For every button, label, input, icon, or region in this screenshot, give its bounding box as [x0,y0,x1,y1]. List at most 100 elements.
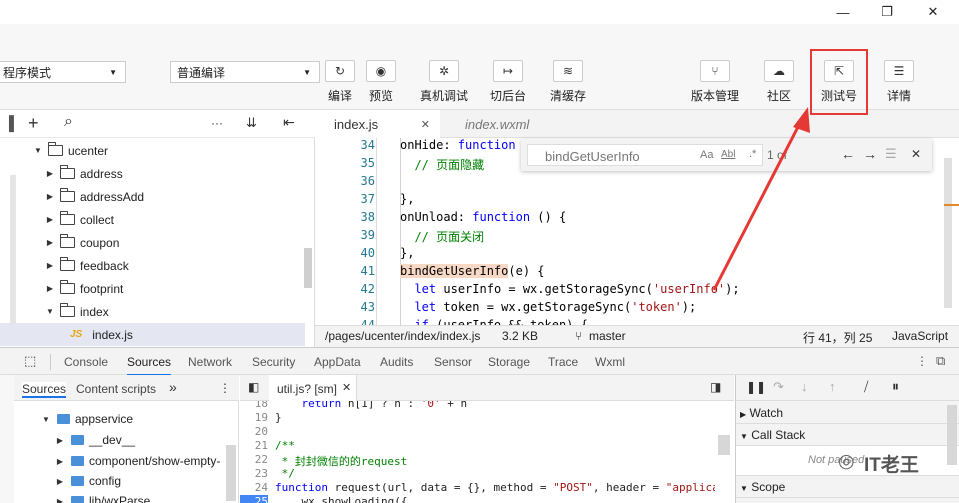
tree-item-footprint[interactable]: ▶ footprint [0,277,305,300]
line-number[interactable]: 21 [240,439,268,452]
details-button[interactable]: ☰ 详情 [867,60,931,104]
tree-item-label: index.js [92,327,133,342]
tree-item-config[interactable]: ▶ config [14,470,224,492]
cursor-position[interactable]: 行 41，列 25 [803,329,872,346]
tab-util-js[interactable]: util.js? [sm] ✕ [269,375,357,401]
search-icon[interactable]: ⌕ [64,113,73,131]
tab-sources[interactable]: Sources [127,348,172,376]
compile-select-value: 普通编译 [177,65,226,80]
tab-appdata[interactable]: AppData [314,348,361,376]
line-number: 41 [360,264,375,278]
more-icon[interactable]: ⋮ [219,381,231,395]
close-window-button[interactable]: ✕ [913,0,953,24]
mode-select[interactable]: 程序模式 ▼ [0,61,126,83]
tree-item-coupon[interactable]: ▶ coupon [0,231,305,254]
tree-item-feedback[interactable]: ▶ feedback [0,254,305,277]
close-icon[interactable]: ✕ [421,118,430,131]
tree-item-index-js[interactable]: JS index.js [0,323,305,346]
tab-network[interactable]: Network [188,348,232,376]
minimize-button[interactable]: — [823,0,863,24]
folder-icon [71,435,84,445]
pause-icon[interactable]: ❚❚ [746,380,766,394]
tab-wxml[interactable]: Wxml [595,348,625,376]
tree-item-collect[interactable]: ▶ collect [0,208,305,231]
navigator-scrollbar[interactable] [226,445,236,501]
line-number[interactable]: 19 [240,411,268,424]
tab-audits[interactable]: Audits [380,348,413,376]
tab-storage[interactable]: Storage [488,348,530,376]
close-icon[interactable]: ✕ [342,381,351,394]
clear-cache-label: 清缓存 [549,89,586,103]
line-number[interactable]: 20 [240,425,268,438]
folder-icon [71,476,84,486]
deactivate-breakpoints-icon[interactable]: ⧸ [864,379,868,395]
clear-cache-button[interactable]: ≋ 清缓存 [536,60,600,104]
restore-button[interactable]: ❐ [867,0,907,24]
preview-button[interactable]: ◉ 预览 [349,60,413,104]
debugger-sidebar: ❚❚ ↷ ↓ ↑ ⧸ ⏸ ▶ Watch ▼ Call Stack Not pa… [735,375,959,503]
tree-item-dev[interactable]: ▶ __dev__ [14,429,224,451]
tab-console[interactable]: Console [64,348,108,376]
debugger-scrollbar[interactable] [947,405,957,465]
watch-section[interactable]: ▶ Watch [736,402,959,424]
line-number: 43 [360,300,375,314]
chevron-right-icon: ▶ [46,169,54,178]
find-in-selection-icon[interactable]: ☰ [885,146,897,162]
background-button[interactable]: ↦ 切后台 [476,60,540,104]
tree-item-wxparse[interactable]: ▶ lib/wxParse [14,490,224,503]
menu-icon: ☰ [884,60,914,82]
tab-sensor[interactable]: Sensor [434,348,472,376]
step-into-icon[interactable]: ↓ [801,379,808,394]
line-number[interactable]: 23 [240,467,268,480]
step-over-icon[interactable]: ↷ [773,379,784,395]
line-number[interactable]: 24 [240,481,268,494]
tab-sources-nav[interactable]: Sources [22,382,67,398]
dock-icon[interactable]: ⧉ [936,353,945,369]
language-mode[interactable]: JavaScript [892,329,948,343]
code-line: let token = wx.getStorageSync('token'); [414,300,697,314]
tab-index-wxml[interactable]: index.wxml [465,110,529,138]
line-number: 42 [360,282,375,296]
tab-security[interactable]: Security [252,348,295,376]
more-tabs-icon[interactable]: » [169,379,177,395]
call-stack-section[interactable]: ▼ Call Stack [736,424,959,446]
step-out-icon[interactable]: ↑ [829,379,836,394]
community-button[interactable]: ☁ 社区 [747,60,811,104]
tree-item-index[interactable]: ▼ index [0,300,305,323]
line-number[interactable]: 22 [240,453,268,466]
collapse-icon[interactable]: ⇤ [283,114,295,131]
inspect-icon[interactable]: ⬚ [24,353,36,369]
more-icon[interactable]: ⋮ [916,354,928,368]
toggle-debugger-icon[interactable]: ◨ [710,380,721,394]
outline-icon[interactable]: ⇊ [246,115,257,131]
tab-content-scripts[interactable]: Content scripts [76,382,156,396]
version-control-button[interactable]: ⑂ 版本管理 [683,60,747,104]
tree-item-addressAdd[interactable]: ▶ addressAdd [0,185,305,208]
add-icon[interactable]: + [28,113,39,134]
line-number[interactable]: 25 [240,495,268,503]
background-label: 切后台 [489,89,526,103]
tab-index-js[interactable]: index.js ✕ [315,110,440,138]
editor-scrollbar[interactable] [944,158,952,308]
git-branch[interactable]: master [589,329,626,343]
tree-item-component[interactable]: ▶ component/show-empty- [14,450,224,472]
explorer-scrollbar[interactable] [304,248,312,288]
remote-debug-button[interactable]: ✲ 真机调试 [412,60,476,104]
compile-select[interactable]: 普通编译 ▼ [170,61,320,83]
sources-code-view[interactable]: 18 return n[1] ? n : '0' + n 19} 20 21/** 22… [240,375,734,503]
more-icon[interactable]: ··· [211,116,223,130]
arrow-left-icon[interactable]: ← [841,146,855,162]
tab-trace[interactable]: Trace [548,348,578,376]
tree-item-address[interactable]: ▶ address [0,162,305,185]
tree-item-appservice[interactable]: ▼ appservice [14,408,224,430]
tree-item-ucenter[interactable]: ▼ ucenter [0,139,305,162]
scope-section[interactable]: ▼ Scope [736,476,959,498]
chevron-down-icon: ▼ [740,484,748,493]
toggle-navigator-icon[interactable]: ◧ [248,380,259,394]
arrow-right-icon[interactable]: → [863,146,877,162]
left-scrollbar[interactable] [10,175,16,325]
code-line: wx.showLoading({ [275,495,408,503]
code-scrollbar[interactable] [718,435,730,455]
close-icon[interactable]: ✕ [911,147,921,161]
pause-on-exceptions-icon[interactable]: ⏸ [892,378,899,395]
